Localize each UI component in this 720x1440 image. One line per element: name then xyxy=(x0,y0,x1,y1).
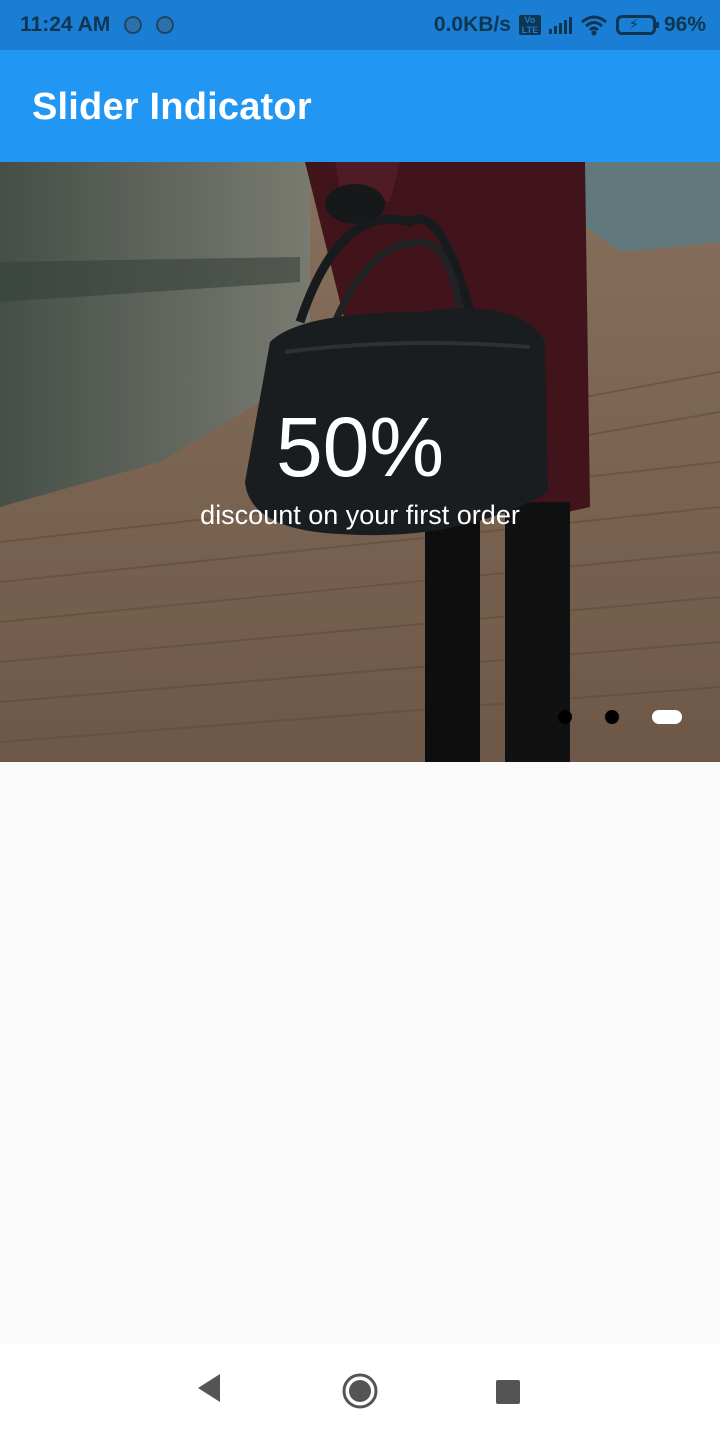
notification-icon xyxy=(156,16,175,34)
network-speed: 0.0KB/s xyxy=(433,13,511,36)
app-bar: Slider Indicator xyxy=(0,50,720,162)
battery-icon: ⚡ xyxy=(615,15,659,35)
notification-icon xyxy=(124,16,143,34)
signal-icon xyxy=(548,16,572,34)
page-title: Slider Indicator xyxy=(32,86,312,128)
status-bar: 11:24 AM 0.0KB/s Vo LTE ⚡ 96% xyxy=(0,0,720,50)
wifi-icon xyxy=(581,15,607,36)
home-icon[interactable] xyxy=(341,1372,379,1410)
image-slider[interactable]: 50% discount on your first order xyxy=(0,162,720,762)
volte-icon: Vo LTE xyxy=(518,15,541,35)
back-icon[interactable] xyxy=(196,1372,222,1404)
recents-icon[interactable] xyxy=(496,1380,520,1404)
slide-caption: 50% discount on your first order xyxy=(0,162,720,762)
battery-percent: 96% xyxy=(663,13,706,36)
discount-headline: 50% xyxy=(275,400,445,494)
indicator-dot[interactable] xyxy=(558,710,572,724)
indicator-dot-active[interactable] xyxy=(652,710,682,724)
slider-indicators xyxy=(525,710,682,724)
indicator-dot[interactable] xyxy=(605,710,619,724)
navigation-bar xyxy=(0,1344,720,1440)
status-time: 11:24 AM xyxy=(20,13,111,36)
discount-subtitle: discount on your first order xyxy=(200,500,520,530)
